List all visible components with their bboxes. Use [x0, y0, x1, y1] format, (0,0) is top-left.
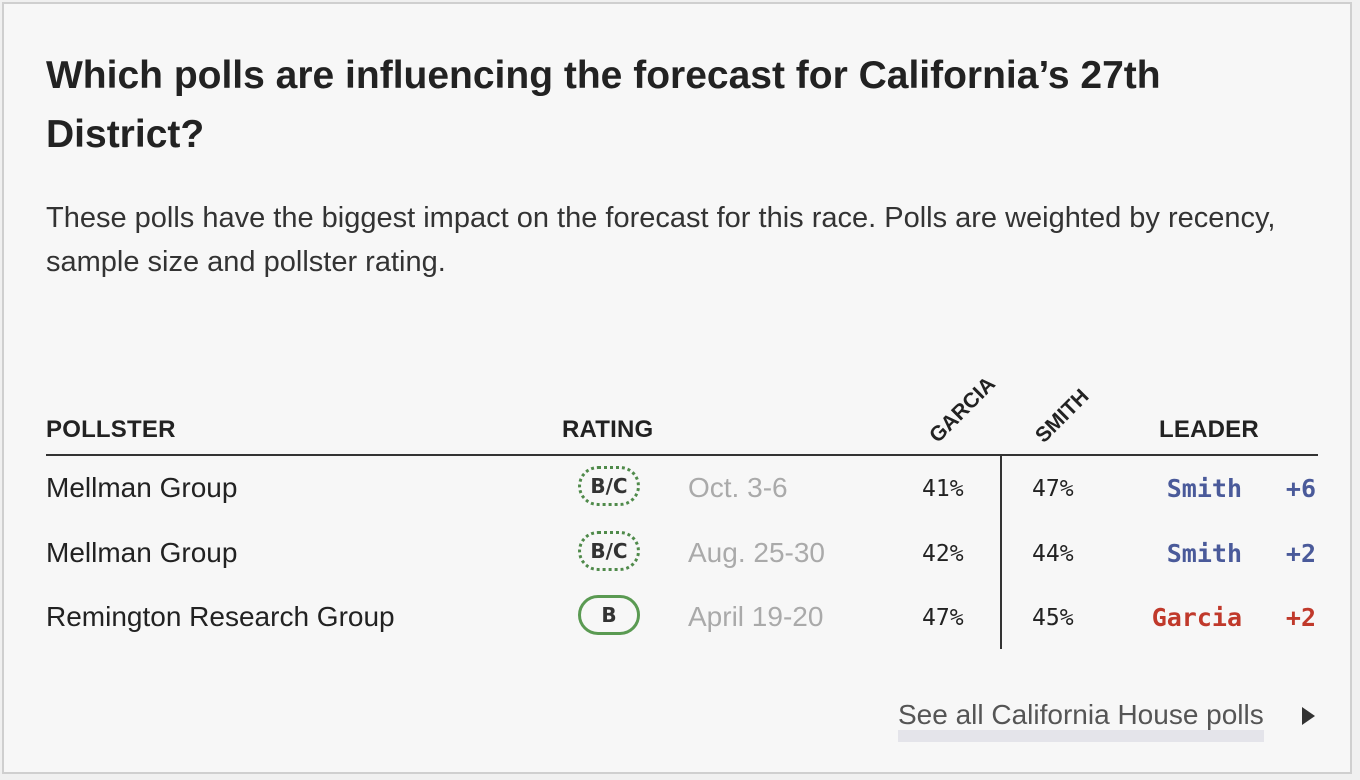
header-rule [46, 454, 1318, 456]
smith-percent: 44% [1032, 541, 1074, 567]
rating-badge: B [578, 595, 640, 635]
table-row: Mellman Group B/C Oct. 3-6 41% 47% Smith… [4, 460, 1354, 524]
arrow-right-icon[interactable] [1302, 707, 1315, 725]
leader-name: Garcia [1151, 603, 1242, 632]
pollster-name[interactable]: Mellman Group [46, 537, 237, 569]
header-garcia: GARCIA [925, 372, 1000, 448]
smith-percent: 47% [1032, 476, 1074, 502]
smith-percent: 45% [1032, 605, 1074, 631]
garcia-percent: 47% [922, 605, 964, 631]
table-row: Mellman Group B/C Aug. 25-30 42% 44% Smi… [4, 525, 1354, 589]
header-rating: RATING [562, 416, 654, 443]
page-title: Which polls are influencing the forecast… [46, 54, 1161, 156]
rating-badge: B/C [578, 531, 640, 571]
garcia-percent: 42% [922, 541, 964, 567]
header-smith: SMITH [1031, 384, 1094, 448]
garcia-percent: 41% [922, 476, 964, 502]
leader-name: Smith [1166, 474, 1242, 503]
page-subtitle: These polls have the biggest impact on t… [46, 202, 1276, 278]
rating-badge: B/C [578, 466, 640, 506]
see-all-polls-link[interactable]: See all California House polls [898, 700, 1264, 742]
header-leader: LEADER [1159, 416, 1259, 443]
poll-dates: April 19-20 [688, 601, 824, 632]
table-row: Remington Research Group B April 19-20 4… [4, 589, 1354, 653]
pollster-name[interactable]: Mellman Group [46, 472, 237, 504]
pollster-name[interactable]: Remington Research Group [46, 601, 395, 633]
poll-dates: Aug. 25-30 [688, 537, 825, 568]
leader-margin: +2 [1285, 539, 1316, 568]
leader-name: Smith [1166, 539, 1242, 568]
header-pollster: POLLSTER [46, 416, 176, 443]
poll-card: Which polls are influencing the forecast… [2, 2, 1352, 774]
poll-dates: Oct. 3-6 [688, 472, 788, 503]
leader-margin: +6 [1285, 474, 1316, 503]
leader-margin: +2 [1285, 603, 1316, 632]
